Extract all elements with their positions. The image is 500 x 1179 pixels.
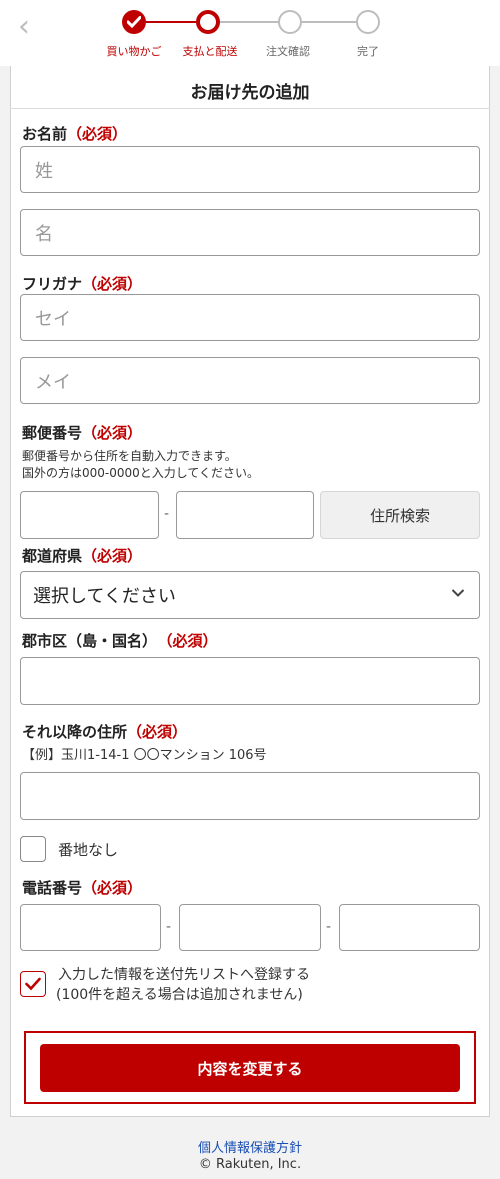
first-name-kana-input[interactable]: メイ	[20, 357, 480, 404]
copyright-text: © Rakuten, Inc.	[198, 1157, 302, 1172]
street-address-input[interactable]	[20, 772, 480, 820]
register-address-checkbox[interactable]	[20, 971, 46, 997]
phone-first-input[interactable]	[20, 904, 161, 951]
phone-separator: -	[326, 919, 332, 935]
last-name-kana-placeholder: セイ	[35, 308, 71, 330]
required-mark: （必須）	[165, 632, 218, 650]
phone-separator: -	[166, 919, 172, 935]
step-label-cart: 買い物かご	[106, 45, 162, 58]
title-divider	[10, 108, 490, 109]
prefecture-selected-value: 選択してください	[33, 586, 176, 607]
prefecture-select[interactable]: 選択してください	[20, 571, 480, 619]
no-banchi-label: 番地なし	[58, 841, 119, 859]
address-search-button[interactable]: 住所検索	[320, 491, 480, 539]
postal-note-line2: 国外の方は000-0000と入力してください。	[22, 466, 260, 480]
required-mark: （必須）	[82, 547, 143, 565]
postal-code-second-input[interactable]	[176, 491, 314, 539]
phone-third-input[interactable]	[339, 904, 480, 951]
required-mark: （必須）	[82, 879, 143, 897]
step-connector	[146, 21, 196, 23]
step-connector	[302, 21, 356, 23]
required-mark: （必須）	[127, 723, 188, 741]
step-payment-node	[196, 10, 220, 34]
city-input[interactable]	[20, 657, 480, 705]
postal-label: 郵便番号（必須）	[22, 424, 143, 442]
submit-button[interactable]: 内容を変更する	[40, 1044, 460, 1092]
required-mark: （必須）	[67, 125, 128, 143]
phone-label: 電話番号（必須）	[22, 879, 143, 897]
postal-code-first-input[interactable]	[20, 491, 159, 539]
city-label: 郡市区（島・国名） （必須）	[22, 632, 218, 650]
last-name-input[interactable]: 姓	[20, 146, 480, 193]
postal-note-line1: 郵便番号から住所を自動入力できます。	[22, 449, 237, 463]
back-chevron-icon[interactable]: ‹	[18, 12, 42, 42]
first-name-kana-placeholder: メイ	[35, 371, 71, 393]
chevron-down-icon	[451, 589, 465, 597]
postal-separator: -	[164, 506, 170, 522]
last-name-placeholder: 姓	[35, 160, 53, 182]
step-confirm-node	[278, 10, 302, 34]
checkout-header: ‹ 買い物かご 支払と配送 注文確認 完了	[0, 0, 500, 66]
first-name-placeholder: 名	[35, 223, 53, 245]
step-label-payment: 支払と配送	[182, 45, 238, 58]
first-name-input[interactable]: 名	[20, 209, 480, 256]
no-banchi-checkbox[interactable]	[20, 836, 46, 862]
last-name-kana-input[interactable]: セイ	[20, 294, 480, 341]
register-address-note: (100件を超える場合は追加されません)	[56, 987, 303, 1003]
privacy-policy-link[interactable]: 個人情報保護方針	[0, 1137, 500, 1156]
page-title: お届け先の追加	[190, 83, 310, 103]
checkout-progress: 買い物かご 支払と配送 注文確認 完了	[90, 8, 390, 60]
step-connector	[220, 21, 278, 23]
step-label-confirm: 注文確認	[266, 45, 310, 58]
kana-label: フリガナ（必須）	[22, 275, 143, 293]
step-label-complete: 完了	[357, 45, 379, 58]
name-label: お名前（必須）	[22, 125, 128, 143]
required-mark: （必須）	[82, 275, 143, 293]
street-label: それ以降の住所（必須）	[22, 723, 188, 741]
step-cart-check-icon	[122, 10, 146, 34]
street-example: 【例】玉川1-14-1 〇〇マンション 106号	[22, 748, 267, 763]
prefecture-label: 都道府県（必須）	[22, 547, 143, 565]
phone-second-input[interactable]	[179, 904, 321, 951]
required-mark: （必須）	[82, 424, 143, 442]
step-complete-node	[356, 10, 380, 34]
register-address-label: 入力した情報を送付先リストへ登録する	[58, 967, 310, 983]
check-icon	[25, 977, 41, 991]
